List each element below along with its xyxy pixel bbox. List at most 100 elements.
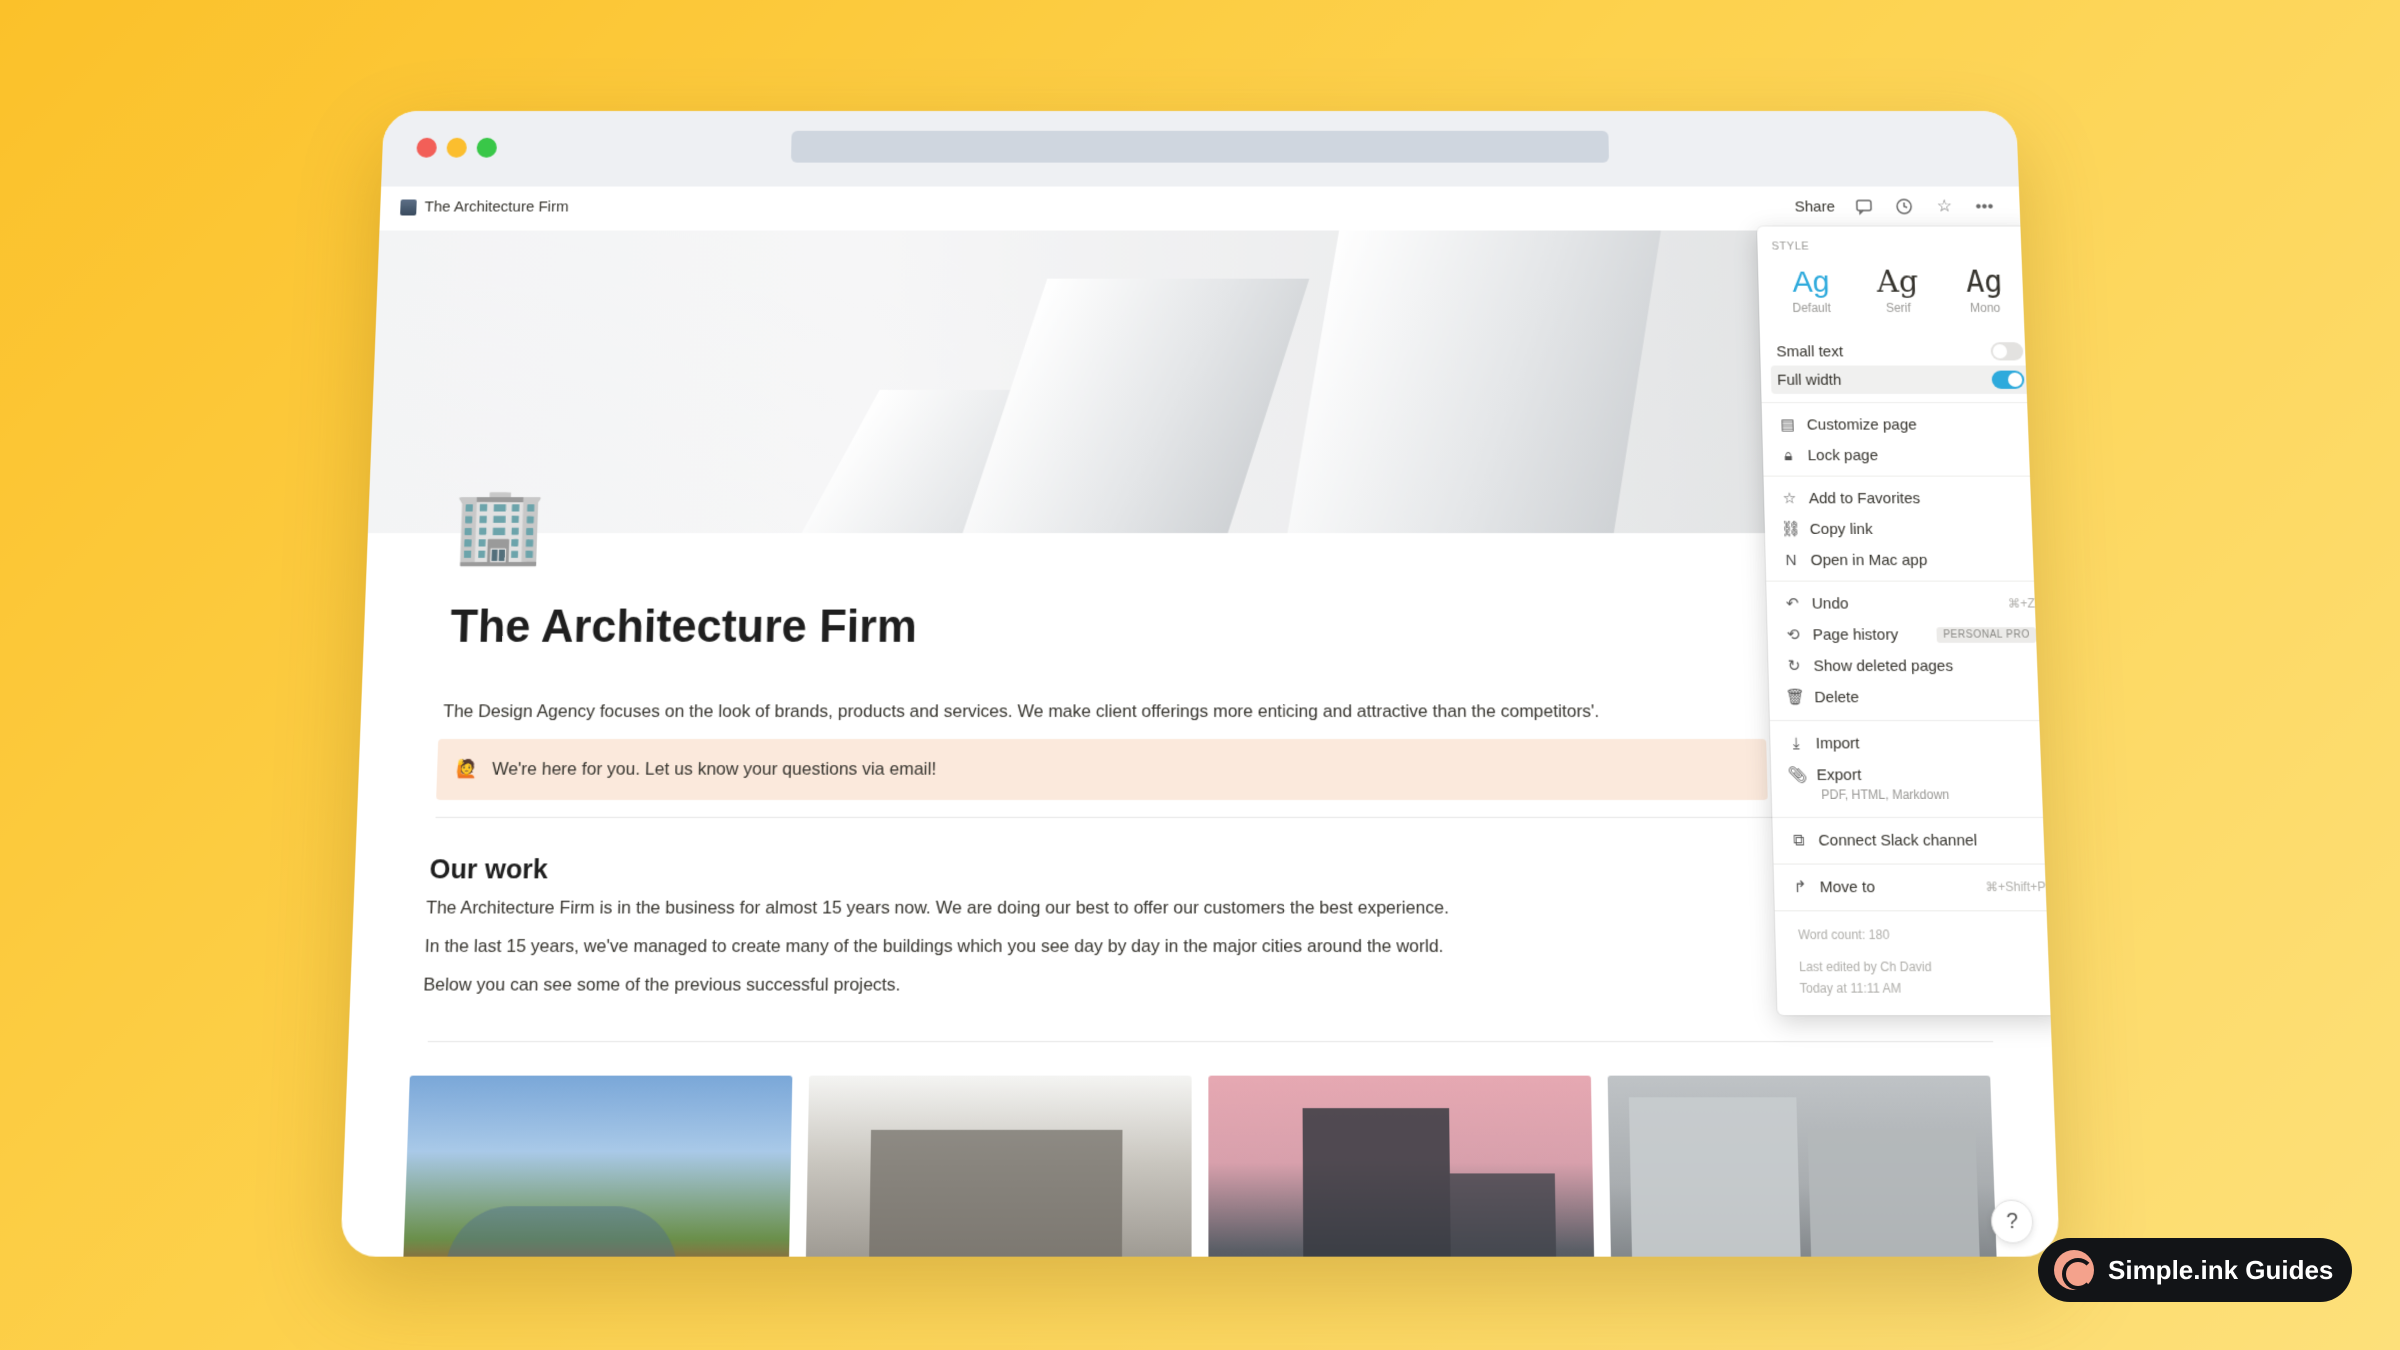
divider — [428, 1041, 1993, 1042]
more-icon[interactable]: ••• — [1973, 196, 1996, 218]
style-mono-option[interactable]: Ag Mono — [1943, 265, 2026, 315]
gallery-card[interactable] — [402, 1076, 792, 1257]
browser-window: The Architecture Firm Share ☆ ••• 🏢 The … — [340, 111, 2060, 1257]
menu-item-label: Open in Mac app — [1810, 551, 1927, 569]
menu-item-label: Delete — [1814, 688, 1859, 706]
plan-badge: PERSONAL PRO — [1937, 627, 2036, 643]
menu-item-copy-link[interactable]: ⛓ Copy link — [1775, 515, 2037, 544]
window-titlebar — [381, 111, 2019, 187]
star-icon: ☆ — [1780, 489, 1799, 507]
callout-text: We're here for you. Let us know your que… — [492, 759, 937, 780]
full-width-toggle[interactable] — [1992, 371, 2025, 389]
menu-item-label: Export — [1816, 766, 1861, 784]
section-heading[interactable]: Our work — [429, 853, 548, 886]
word-count: Word count: 180 — [1798, 927, 1890, 942]
top-actions: Share ☆ ••• — [1794, 196, 1996, 218]
menu-item-label: Undo — [1812, 595, 1849, 613]
small-text-toggle-row[interactable]: Small text — [1770, 337, 2030, 365]
menu-item-page-history[interactable]: ⟲ Page history PERSONAL PRO — [1777, 620, 2040, 649]
paperclip-icon: 📎︎ — [1787, 765, 1806, 784]
page-icon[interactable]: 🏢 — [452, 484, 538, 568]
menu-item-label: Lock page — [1807, 446, 1878, 463]
menu-item-add-to-favorites[interactable]: ☆ Add to Favorites — [1774, 484, 2036, 513]
address-bar[interactable] — [791, 131, 1609, 163]
link-icon: ⛓ — [1781, 520, 1800, 539]
style-glyph: Ag — [1770, 265, 1852, 301]
menu-item-customize-page[interactable]: ▤ Customize page — [1772, 410, 2033, 439]
page-options-menu: STYLE Ag Default Ag Serif Ag Mono Small … — [1757, 226, 2060, 1015]
cover-shape — [1286, 230, 1666, 533]
menu-item-lock-page[interactable]: 🔒︎ Lock page — [1773, 441, 2034, 470]
project-gallery — [402, 1076, 1998, 1257]
building-shape — [1303, 1108, 1452, 1257]
page-topbar: The Architecture Firm Share ☆ ••• — [379, 187, 2020, 231]
menu-item-label: Import — [1815, 734, 1859, 752]
style-label: Default — [1771, 301, 1852, 315]
small-text-toggle[interactable] — [1990, 342, 2023, 360]
star-icon[interactable]: ☆ — [1933, 196, 1956, 218]
history-icon: ⟲ — [1784, 625, 1803, 644]
menu-item-label: Move to — [1819, 878, 1875, 896]
building-shape — [869, 1130, 1123, 1257]
page-title[interactable]: The Architecture Firm — [449, 601, 917, 653]
style-glyph: Ag — [1857, 265, 1939, 301]
move-arrow-icon: ↱ — [1790, 877, 1809, 896]
menu-item-open-in-mac-app[interactable]: N Open in Mac app — [1775, 545, 2037, 574]
full-width-toggle-row[interactable]: Full width — [1771, 366, 2031, 394]
menu-item-label: Customize page — [1807, 416, 1918, 433]
paragraph[interactable]: In the last 15 years, we've managed to c… — [424, 936, 1443, 957]
menu-item-import[interactable]: ⤓ Import — [1780, 728, 2045, 757]
clock-icon[interactable] — [1893, 196, 1916, 218]
menu-item-label: Add to Favorites — [1809, 489, 1921, 506]
simple-ink-guides-badge: Simple.ink Guides — [2038, 1238, 2352, 1302]
menu-item-label: Page history — [1812, 626, 1898, 644]
paragraph[interactable]: Below you can see some of the previous s… — [423, 974, 901, 995]
last-edited-time: Today at 11:11 AM — [1799, 981, 1901, 996]
menu-divider — [1775, 910, 2060, 911]
building-shape — [444, 1206, 678, 1256]
menu-item-label: Small text — [1776, 343, 1843, 360]
export-formats: PDF, HTML, Markdown — [1821, 787, 1949, 802]
menu-item-delete[interactable]: 🗑︎ Delete — [1779, 682, 2043, 711]
trash-icon: 🗑︎ — [1785, 688, 1804, 707]
paragraph[interactable]: The Architecture Firm is in the business… — [426, 897, 1449, 918]
building-shape — [1450, 1173, 1557, 1256]
menu-item-move-to[interactable]: ↱ Move to ⌘+Shift+P — [1784, 872, 2050, 902]
menu-item-show-deleted-pages[interactable]: ↻ Show deleted pages — [1778, 651, 2042, 680]
callout-block[interactable]: 🙋 We're here for you. Let us know your q… — [436, 739, 1768, 800]
notion-app-icon: N — [1782, 551, 1801, 569]
shortcut-hint: ⌘+Z — [2008, 596, 2035, 611]
style-label: Mono — [1945, 301, 2026, 315]
import-icon: ⤓ — [1787, 734, 1806, 752]
minimize-window-button[interactable] — [446, 138, 467, 158]
gallery-card[interactable] — [805, 1076, 1191, 1257]
help-button[interactable]: ? — [1990, 1200, 2034, 1244]
gallery-card[interactable] — [1608, 1076, 1998, 1257]
menu-divider — [1762, 402, 2042, 403]
menu-divider — [1763, 476, 2044, 477]
menu-divider — [1766, 581, 2048, 582]
menu-divider — [1770, 720, 2054, 721]
comment-icon[interactable] — [1853, 196, 1876, 218]
close-window-button[interactable] — [416, 138, 437, 158]
maximize-window-button[interactable] — [476, 138, 497, 158]
style-default-option[interactable]: Ag Default — [1770, 265, 1852, 315]
cover-shape — [959, 279, 1309, 533]
page-description[interactable]: The Design Agency focuses on the look of… — [443, 701, 1599, 722]
lock-icon: 🔒︎ — [1779, 446, 1798, 463]
style-label: Serif — [1858, 301, 1939, 315]
menu-item-label: Show deleted pages — [1813, 657, 1953, 675]
gallery-card[interactable] — [1208, 1076, 1594, 1257]
building-shape — [1808, 1130, 1981, 1257]
slack-channel-icon: ⧉ — [1789, 831, 1808, 849]
menu-item-export[interactable]: 📎︎ Export — [1781, 760, 2046, 789]
menu-item-connect-slack[interactable]: ⧉ Connect Slack channel — [1783, 825, 2049, 855]
restore-icon: ↻ — [1785, 656, 1804, 675]
menu-item-undo[interactable]: ↶ Undo ⌘+Z — [1777, 589, 2040, 618]
undo-icon: ↶ — [1783, 594, 1802, 613]
menu-item-label: Copy link — [1809, 520, 1872, 538]
share-button[interactable]: Share — [1794, 198, 1835, 215]
divider — [435, 817, 1985, 818]
style-serif-option[interactable]: Ag Serif — [1857, 265, 1939, 315]
breadcrumb[interactable]: The Architecture Firm — [400, 199, 569, 216]
